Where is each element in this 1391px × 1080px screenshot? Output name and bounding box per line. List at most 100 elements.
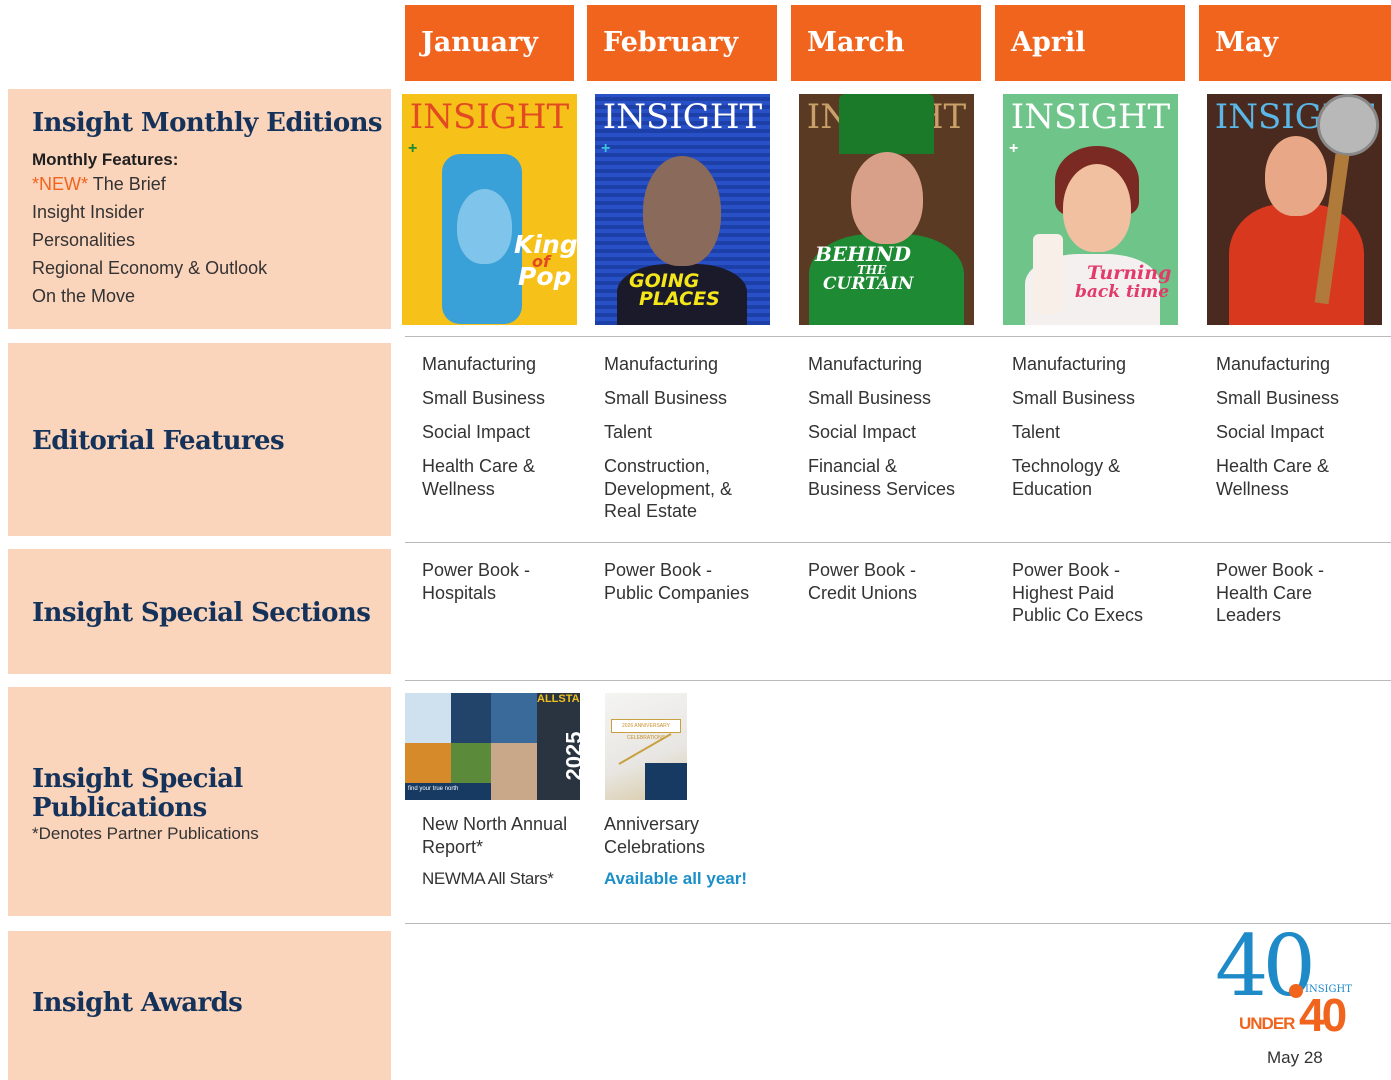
cover-masthead: INSIGHT (1010, 97, 1171, 137)
collage-caption: find your true north (405, 783, 491, 800)
cover-person-illustration (643, 156, 721, 266)
cover-april[interactable]: INSIGHT + Turning back time (1003, 94, 1178, 325)
collage-photo (491, 743, 537, 800)
awards-date: May 28 (1267, 1048, 1323, 1067)
editorial-item: Small Business (604, 388, 728, 408)
row-label-editorial: Editorial Features (8, 343, 391, 536)
cover-headline: back time (1075, 282, 1170, 302)
cover-headline: Pop (518, 262, 572, 291)
editorial-item: Small Business (422, 388, 546, 408)
feature-item: Regional Economy & Outlook (32, 257, 268, 278)
editorial-item: Small Business (1216, 388, 1340, 408)
cover-february[interactable]: INSIGHT + GOING PLACES (595, 94, 770, 325)
editorial-item: Manufacturing (1216, 354, 1331, 374)
editorial-item: Talent (1012, 422, 1061, 442)
row-label-awards: Insight Awards (8, 931, 391, 1080)
plus-icon: + (601, 140, 611, 157)
collage-photo (451, 743, 491, 783)
cover-may[interactable]: INSIGHT (1207, 94, 1382, 325)
row-label-special-sections: Insight Special Sections (8, 549, 391, 674)
logo-under: UNDER (1239, 1014, 1295, 1033)
leprechaun-hat (839, 94, 934, 154)
anniversary-title-box: 2026 ANNIVERSARY CELEBRATIONS (611, 719, 681, 741)
logo-small-40: 40 (1299, 989, 1347, 1041)
editorial-item: Small Business (1012, 388, 1136, 408)
editorial-item: Small Business (808, 388, 932, 408)
editorial-item: Social Impact (422, 422, 531, 442)
row-label-special-publications: Insight Special Publications *Denotes Pa… (8, 687, 391, 916)
cover-person-illustration (1063, 164, 1131, 252)
row-title-awards: Insight Awards (32, 988, 243, 1018)
editorial-item: Social Impact (808, 422, 917, 442)
month-header-february: February (587, 5, 777, 81)
editorial-item: Talent (604, 422, 653, 442)
publication-cell-january: New North Annual Report* NEWMA All Stars… (422, 813, 572, 889)
publication-title: New North Annual Report* (422, 814, 568, 857)
row-title-publications: Publications (32, 792, 207, 823)
cover-headline: BEHIND (815, 242, 912, 266)
editorial-item: Health Care & Wellness (422, 456, 536, 499)
publication-title: Anniversary Celebrations (604, 814, 706, 857)
editorial-item: Technology & Education (1012, 456, 1121, 499)
editorial-cell-february: Manufacturing Small Business Talent Cons… (604, 353, 784, 534)
feature-item: *NEW* The Brief (32, 173, 166, 194)
row-title-sections: Insight Special Sections (32, 598, 371, 628)
feature-item: Insight Insider (32, 201, 145, 222)
publication-title: NEWMA All Stars* (422, 869, 554, 888)
new-tag: *NEW* (32, 173, 89, 194)
cover-headline: CURTAIN (823, 274, 914, 294)
editorial-item: Manufacturing (422, 354, 537, 374)
feature-item: Personalities (32, 229, 136, 250)
allstars-year: 2025 (561, 731, 580, 781)
feature-item: On the Move (32, 285, 136, 306)
section-cell-january: Power Book - Hospitals (422, 560, 531, 603)
monthly-features-label: Monthly Features: (32, 149, 179, 169)
collage-photo (405, 743, 451, 783)
month-header-march: March (791, 5, 981, 81)
cover-masthead: INSIGHT (409, 97, 570, 137)
editorial-cell-march: Manufacturing Small Business Social Impa… (808, 353, 988, 512)
partner-note: *Denotes Partner Publications (32, 824, 259, 844)
row-title-publications: Insight Special (32, 764, 243, 794)
section-cell-march: Power Book - Credit Unions (808, 560, 918, 603)
cover-person-illustration (851, 152, 923, 244)
anniversary-accent (645, 763, 687, 800)
plus-icon: + (1009, 140, 1019, 157)
cover-headline: Turning (1087, 262, 1172, 284)
collage-photo (405, 693, 451, 743)
cover-person-illustration (1229, 204, 1364, 325)
cover-january[interactable]: INSIGHT + King of Pop (402, 94, 577, 325)
milkshake-illustration (1033, 234, 1063, 314)
cover-person-illustration (1265, 136, 1327, 216)
cover-headline: PLACES (639, 288, 720, 310)
month-header-january: January (405, 5, 574, 81)
row-title-monthly: Insight Monthly Editions (32, 108, 383, 138)
editorial-cell-january: Manufacturing Small Business Social Impa… (422, 353, 582, 512)
row-divider (405, 336, 1391, 337)
allstars-title: ALLSTARS (537, 693, 580, 705)
section-cell-april: Power Book - Highest Paid Public Co Exec… (1012, 560, 1144, 625)
section-cell-february: Power Book - Public Companies (604, 560, 750, 603)
editorial-item: Health Care & Wellness (1216, 456, 1330, 499)
collage-photo (491, 693, 537, 743)
editorial-cell-may: Manufacturing Small Business Social Impa… (1216, 353, 1386, 512)
collage-photo (451, 693, 491, 743)
month-header-may: May (1199, 5, 1391, 81)
anniversary-thumbnail[interactable]: 2026 ANNIVERSARY CELEBRATIONS (605, 693, 687, 800)
row-divider (405, 542, 1391, 543)
cover-masthead: INSIGHT (602, 97, 763, 137)
cover-person-illustration (457, 189, 512, 264)
editorial-item: Construction, Development, & Real Estate (604, 456, 733, 521)
editorial-item: Financial & Business Services (808, 456, 956, 499)
frying-pan-illustration (1317, 94, 1379, 156)
publication-cell-february: Anniversary Celebrations Available all y… (604, 813, 774, 889)
cover-march[interactable]: INSIGHT BEHIND THE CURTAIN (799, 94, 974, 325)
section-cell-may: Power Book - Health Care Leaders (1216, 560, 1325, 625)
month-header-april: April (995, 5, 1185, 81)
editorial-cell-april: Manufacturing Small Business Talent Tech… (1012, 353, 1192, 512)
forty-under-forty-logo: 40 INSIGHT UNDER 40 (1215, 924, 1375, 1042)
new-north-report-thumbnail[interactable]: find your true north ALLSTARS 2025 (405, 693, 580, 800)
row-divider (405, 680, 1391, 681)
editorial-item: Manufacturing (604, 354, 719, 374)
availability-note: Available all year! (604, 869, 748, 888)
